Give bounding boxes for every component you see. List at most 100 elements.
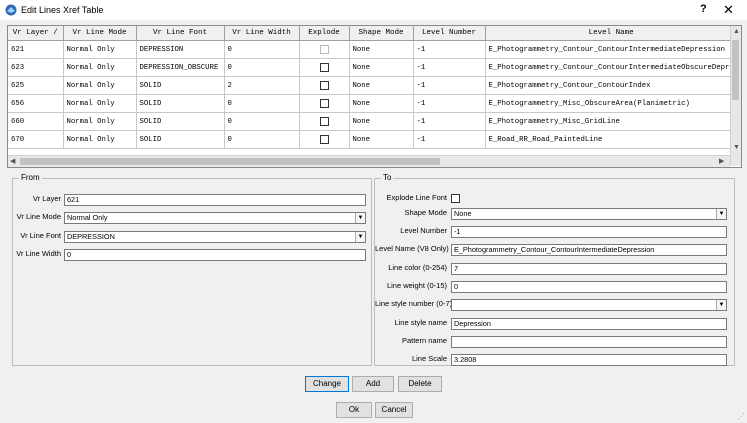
cell-vr-line-mode: Normal Only — [63, 76, 137, 95]
explode-checkbox[interactable] — [319, 98, 329, 108]
explode-checkbox[interactable] — [319, 62, 329, 72]
cell-explode — [299, 76, 350, 95]
vertical-scroll-thumb[interactable] — [732, 40, 739, 100]
cell-vr-line-mode: Normal Only — [63, 40, 137, 59]
explode-checkbox[interactable] — [319, 80, 329, 90]
line-style-number-select[interactable]: ▼ — [451, 299, 727, 311]
cell-explode — [299, 112, 350, 131]
cell-shape-mode: None — [349, 76, 414, 95]
scroll-down-icon[interactable]: ▼ — [733, 144, 740, 151]
table-row[interactable]: 623 Normal Only DEPRESSION_OBSCURE 0 Non… — [8, 58, 738, 77]
resize-grip-icon[interactable]: ⋰ — [737, 412, 745, 421]
line-color-field[interactable]: 7 — [451, 263, 727, 275]
horizontal-scrollbar[interactable]: ◀ ▶ — [8, 155, 730, 167]
vertical-scrollbar[interactable]: ▲ ▼ — [730, 26, 741, 166]
vr-line-mode-select[interactable]: Normal Only ▼ — [64, 212, 366, 224]
explode-checkbox[interactable] — [319, 116, 329, 126]
cell-vr-line-font: SOLID — [136, 76, 225, 95]
line-color-label: Line color (0-254) — [388, 263, 447, 272]
delete-button[interactable]: Delete — [398, 376, 442, 392]
column-header-vr-line-mode[interactable]: Vr Line Mode — [63, 26, 137, 41]
scroll-right-icon[interactable]: ▶ — [719, 157, 724, 165]
cell-level-number: -1 — [413, 76, 486, 95]
xref-table[interactable]: Vr Layer / Vr Line Mode Vr Line Font Vr … — [7, 25, 742, 168]
cell-vr-line-mode: Normal Only — [63, 130, 137, 149]
shape-mode-select[interactable]: None ▼ — [451, 208, 727, 220]
close-button[interactable]: ✕ — [723, 2, 734, 18]
cell-level-number: -1 — [413, 112, 486, 131]
cancel-button[interactable]: Cancel — [375, 402, 413, 418]
vr-line-font-select[interactable]: DEPRESSION ▼ — [64, 231, 366, 243]
from-legend: From — [19, 173, 42, 182]
table-header-row: Vr Layer / Vr Line Mode Vr Line Font Vr … — [8, 26, 738, 41]
column-header-shape-mode[interactable]: Shape Mode — [349, 26, 414, 41]
chevron-down-icon[interactable]: ▼ — [716, 300, 726, 310]
explode-line-font-label: Explode Line Font — [386, 193, 447, 202]
cell-vr-line-mode: Normal Only — [63, 94, 137, 113]
horizontal-scroll-thumb[interactable] — [20, 158, 440, 165]
table-row[interactable]: 670 Normal Only SOLID 0 None -1 E_Road_R… — [8, 130, 738, 149]
from-group: From Vr Layer 621 Vr Line Mode Normal On… — [12, 173, 372, 366]
table-row[interactable]: 621 Normal Only DEPRESSION 0 None -1 E_P… — [8, 40, 738, 59]
level-number-field[interactable]: -1 — [451, 226, 727, 238]
cell-vr-line-mode: Normal Only — [63, 112, 137, 131]
cell-explode — [299, 40, 350, 59]
cell-vr-line-width: 0 — [224, 112, 300, 131]
column-header-vr-line-font[interactable]: Vr Line Font — [136, 26, 225, 41]
cell-shape-mode: None — [349, 58, 414, 77]
window-title: Edit Lines Xref Table — [21, 5, 104, 15]
change-button[interactable]: Change — [305, 376, 349, 392]
cell-level-number: -1 — [413, 94, 486, 113]
cell-vr-line-font: SOLID — [136, 130, 225, 149]
scroll-left-icon[interactable]: ◀ — [10, 157, 15, 165]
column-header-vr-line-width[interactable]: Vr Line Width — [224, 26, 300, 41]
table-row[interactable]: 660 Normal Only SOLID 0 None -1 E_Photog… — [8, 112, 738, 131]
vr-layer-field[interactable]: 621 — [64, 194, 366, 206]
cell-vr-line-font: DEPRESSION — [136, 40, 225, 59]
cell-vr-line-width: 0 — [224, 58, 300, 77]
shape-mode-value: None — [454, 209, 472, 218]
cell-vr-layer: 621 — [8, 40, 64, 59]
column-header-level-number[interactable]: Level Number — [413, 26, 486, 41]
cell-shape-mode: None — [349, 130, 414, 149]
vr-line-font-value: DEPRESSION — [67, 232, 115, 241]
scroll-up-icon[interactable]: ▲ — [733, 28, 740, 35]
table-row[interactable]: 625 Normal Only SOLID 2 None -1 E_Photog… — [8, 76, 738, 95]
cell-explode — [299, 94, 350, 113]
level-name-label: Level Name (V8 Only) — [375, 244, 449, 253]
vr-layer-label: Vr Layer — [32, 194, 61, 203]
cell-level-name: E_Road_RR_Road_PaintedLine — [485, 130, 738, 149]
explode-line-font-checkbox[interactable] — [451, 194, 460, 203]
vr-line-width-field[interactable]: 0 — [64, 249, 366, 261]
vr-line-mode-label: Vr Line Mode — [16, 212, 61, 221]
column-header-explode[interactable]: Explode — [299, 26, 350, 41]
cell-vr-line-width: 0 — [224, 94, 300, 113]
cell-level-number: -1 — [413, 40, 486, 59]
help-button[interactable]: ? — [700, 3, 707, 15]
cell-level-number: -1 — [413, 58, 486, 77]
column-header-vr-layer[interactable]: Vr Layer / — [8, 26, 64, 41]
cell-level-number: -1 — [413, 130, 486, 149]
line-scale-label: Line Scale — [411, 354, 447, 363]
explode-checkbox[interactable] — [319, 134, 329, 144]
cell-vr-layer: 656 — [8, 94, 64, 113]
cell-level-name: E_Photogrammetry_Contour_ContourIndex — [485, 76, 738, 95]
line-style-name-field[interactable]: Depression — [451, 318, 727, 330]
level-number-label: Level Number — [400, 226, 447, 235]
explode-checkbox[interactable] — [319, 44, 329, 54]
chevron-down-icon[interactable]: ▼ — [355, 213, 365, 223]
cell-vr-layer: 623 — [8, 58, 64, 77]
cell-vr-line-width: 0 — [224, 130, 300, 149]
table-row[interactable]: 656 Normal Only SOLID 0 None -1 E_Photog… — [8, 94, 738, 113]
add-button[interactable]: Add — [352, 376, 394, 392]
line-weight-field[interactable]: 0 — [451, 281, 727, 293]
chevron-down-icon[interactable]: ▼ — [355, 232, 365, 242]
ok-button[interactable]: Ok — [336, 402, 372, 418]
line-scale-field[interactable]: 3.2808 — [451, 354, 727, 366]
column-header-level-name[interactable]: Level Name — [485, 26, 738, 41]
shape-mode-label: Shape Mode — [404, 208, 447, 217]
chevron-down-icon[interactable]: ▼ — [716, 209, 726, 219]
pattern-name-field[interactable] — [451, 336, 727, 348]
cell-vr-layer: 670 — [8, 130, 64, 149]
level-name-field[interactable]: E_Photogrammetry_Contour_ContourIntermed… — [451, 244, 727, 256]
